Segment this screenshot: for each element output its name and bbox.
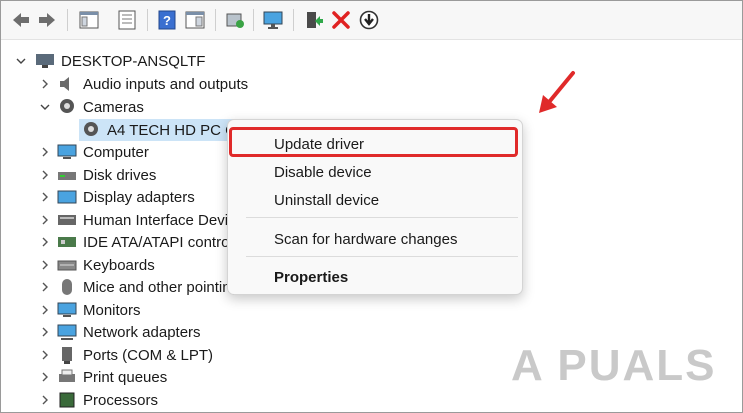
tree-item-label: IDE ATA/ATAPI controll [83, 233, 237, 251]
menu-item-label: Disable device [274, 163, 372, 181]
network-adapter-icon [57, 323, 77, 341]
mouse-icon [57, 278, 77, 296]
tree-item-ports[interactable]: Ports (COM & LPT) [57, 344, 213, 366]
tree-item-hid[interactable]: Human Interface Devic [57, 209, 236, 231]
chevron-down-icon[interactable] [39, 101, 51, 113]
camera-icon [81, 121, 101, 139]
toolbar-separator [293, 9, 294, 31]
menu-item-label: Scan for hardware changes [274, 230, 458, 248]
menu-item-label: Properties [274, 268, 349, 286]
uninstall-icon[interactable] [329, 9, 353, 31]
chevron-right-icon[interactable] [39, 259, 51, 271]
tree-root[interactable]: DESKTOP-ANSQLTF [35, 50, 205, 72]
keyboard-icon [57, 256, 77, 274]
menu-separator [246, 256, 518, 257]
tree-item-label: Audio inputs and outputs [83, 75, 249, 93]
menu-item-properties[interactable]: Properties [228, 263, 522, 291]
chevron-right-icon[interactable] [39, 394, 51, 406]
tree-item-cameras[interactable]: Cameras [57, 96, 144, 118]
highlight-box [229, 127, 518, 157]
tree-item-network-adapters[interactable]: Network adapters [57, 321, 201, 343]
tree-item-label: Cameras [83, 98, 144, 116]
tree-item-print-queues[interactable]: Print queues [57, 366, 167, 388]
menu-item-label: Uninstall device [274, 191, 380, 209]
toolbar: ? [1, 1, 742, 40]
tree-root-label: DESKTOP-ANSQLTF [61, 52, 206, 70]
forward-arrow-icon[interactable] [35, 9, 59, 31]
watermark: A PUALS [511, 341, 717, 390]
tree-item-label: Processors [83, 391, 159, 409]
tree-item-label: Mice and other pointing [83, 278, 239, 296]
tree-item-label: Ports (COM & LPT) [83, 346, 214, 364]
show-hide-tree-icon[interactable] [77, 9, 101, 31]
chevron-right-icon[interactable] [39, 191, 51, 203]
scan-hardware-icon[interactable] [223, 9, 247, 31]
annotation-arrow-icon [539, 71, 575, 113]
device-manager-window: ? DESKTOP-ANSQLTF Audio inputs and outpu… [0, 0, 743, 413]
monitor-icon[interactable] [261, 9, 285, 31]
chevron-right-icon[interactable] [39, 236, 51, 248]
tree-item-label: Computer [83, 143, 149, 161]
menu-item-scan-hardware[interactable]: Scan for hardware changes [228, 225, 522, 253]
chevron-right-icon[interactable] [39, 214, 51, 226]
menu-item-uninstall-device[interactable]: Uninstall device [228, 186, 522, 214]
chevron-right-icon[interactable] [39, 326, 51, 338]
disk-drive-icon [57, 166, 77, 184]
svg-text:?: ? [163, 13, 171, 28]
chevron-down-icon[interactable] [15, 55, 27, 67]
help-icon[interactable]: ? [155, 9, 179, 31]
printer-icon [57, 368, 77, 386]
toolbar-separator [253, 9, 254, 31]
chevron-right-icon[interactable] [39, 169, 51, 181]
tree-item-label: Network adapters [83, 323, 201, 341]
monitor-icon [57, 143, 77, 161]
update-driver-icon[interactable] [301, 9, 325, 31]
tree-item-label: Keyboards [83, 256, 155, 274]
chevron-right-icon[interactable] [39, 349, 51, 361]
chevron-right-icon[interactable] [39, 146, 51, 158]
tree-item-disk-drives[interactable]: Disk drives [57, 164, 156, 186]
computer-icon [35, 52, 55, 70]
toolbar-separator [147, 9, 148, 31]
tree-item-computer[interactable]: Computer [57, 141, 149, 163]
monitor-icon [57, 301, 77, 319]
tree-item-monitors[interactable]: Monitors [57, 299, 141, 321]
tree-item-processors[interactable]: Processors [57, 389, 158, 411]
download-icon[interactable] [357, 9, 381, 31]
action-pane-icon[interactable] [183, 9, 207, 31]
tree-item-audio[interactable]: Audio inputs and outputs [57, 73, 248, 95]
tree-item-keyboards[interactable]: Keyboards [57, 254, 155, 276]
camera-icon [57, 98, 77, 116]
chevron-right-icon[interactable] [39, 78, 51, 90]
tree-item-label: Disk drives [83, 166, 157, 184]
port-icon [57, 346, 77, 364]
tree-item-mice[interactable]: Mice and other pointing [57, 276, 239, 298]
chevron-right-icon[interactable] [39, 304, 51, 316]
tree-item-label: Print queues [83, 368, 168, 386]
ide-controller-icon [57, 233, 77, 251]
chevron-right-icon[interactable] [39, 281, 51, 293]
back-arrow-icon[interactable] [9, 9, 33, 31]
menu-item-disable-device[interactable]: Disable device [228, 158, 522, 186]
processor-icon [57, 391, 77, 409]
display-adapter-icon [57, 188, 77, 206]
speaker-icon [57, 75, 77, 93]
tree-item-ide[interactable]: IDE ATA/ATAPI controll [57, 231, 236, 253]
hid-icon [57, 211, 77, 229]
tree-item-label: A4 TECH HD PC Ca [107, 121, 245, 139]
tree-item-label: Display adapters [83, 188, 195, 206]
tree-item-label: Human Interface Devic [83, 211, 236, 229]
tree-item-label: Monitors [83, 301, 141, 319]
chevron-right-icon[interactable] [39, 371, 51, 383]
toolbar-separator [67, 9, 68, 31]
tree-item-display-adapters[interactable]: Display adapters [57, 186, 195, 208]
menu-separator [246, 217, 518, 218]
toolbar-separator [215, 9, 216, 31]
properties-icon[interactable] [115, 9, 139, 31]
